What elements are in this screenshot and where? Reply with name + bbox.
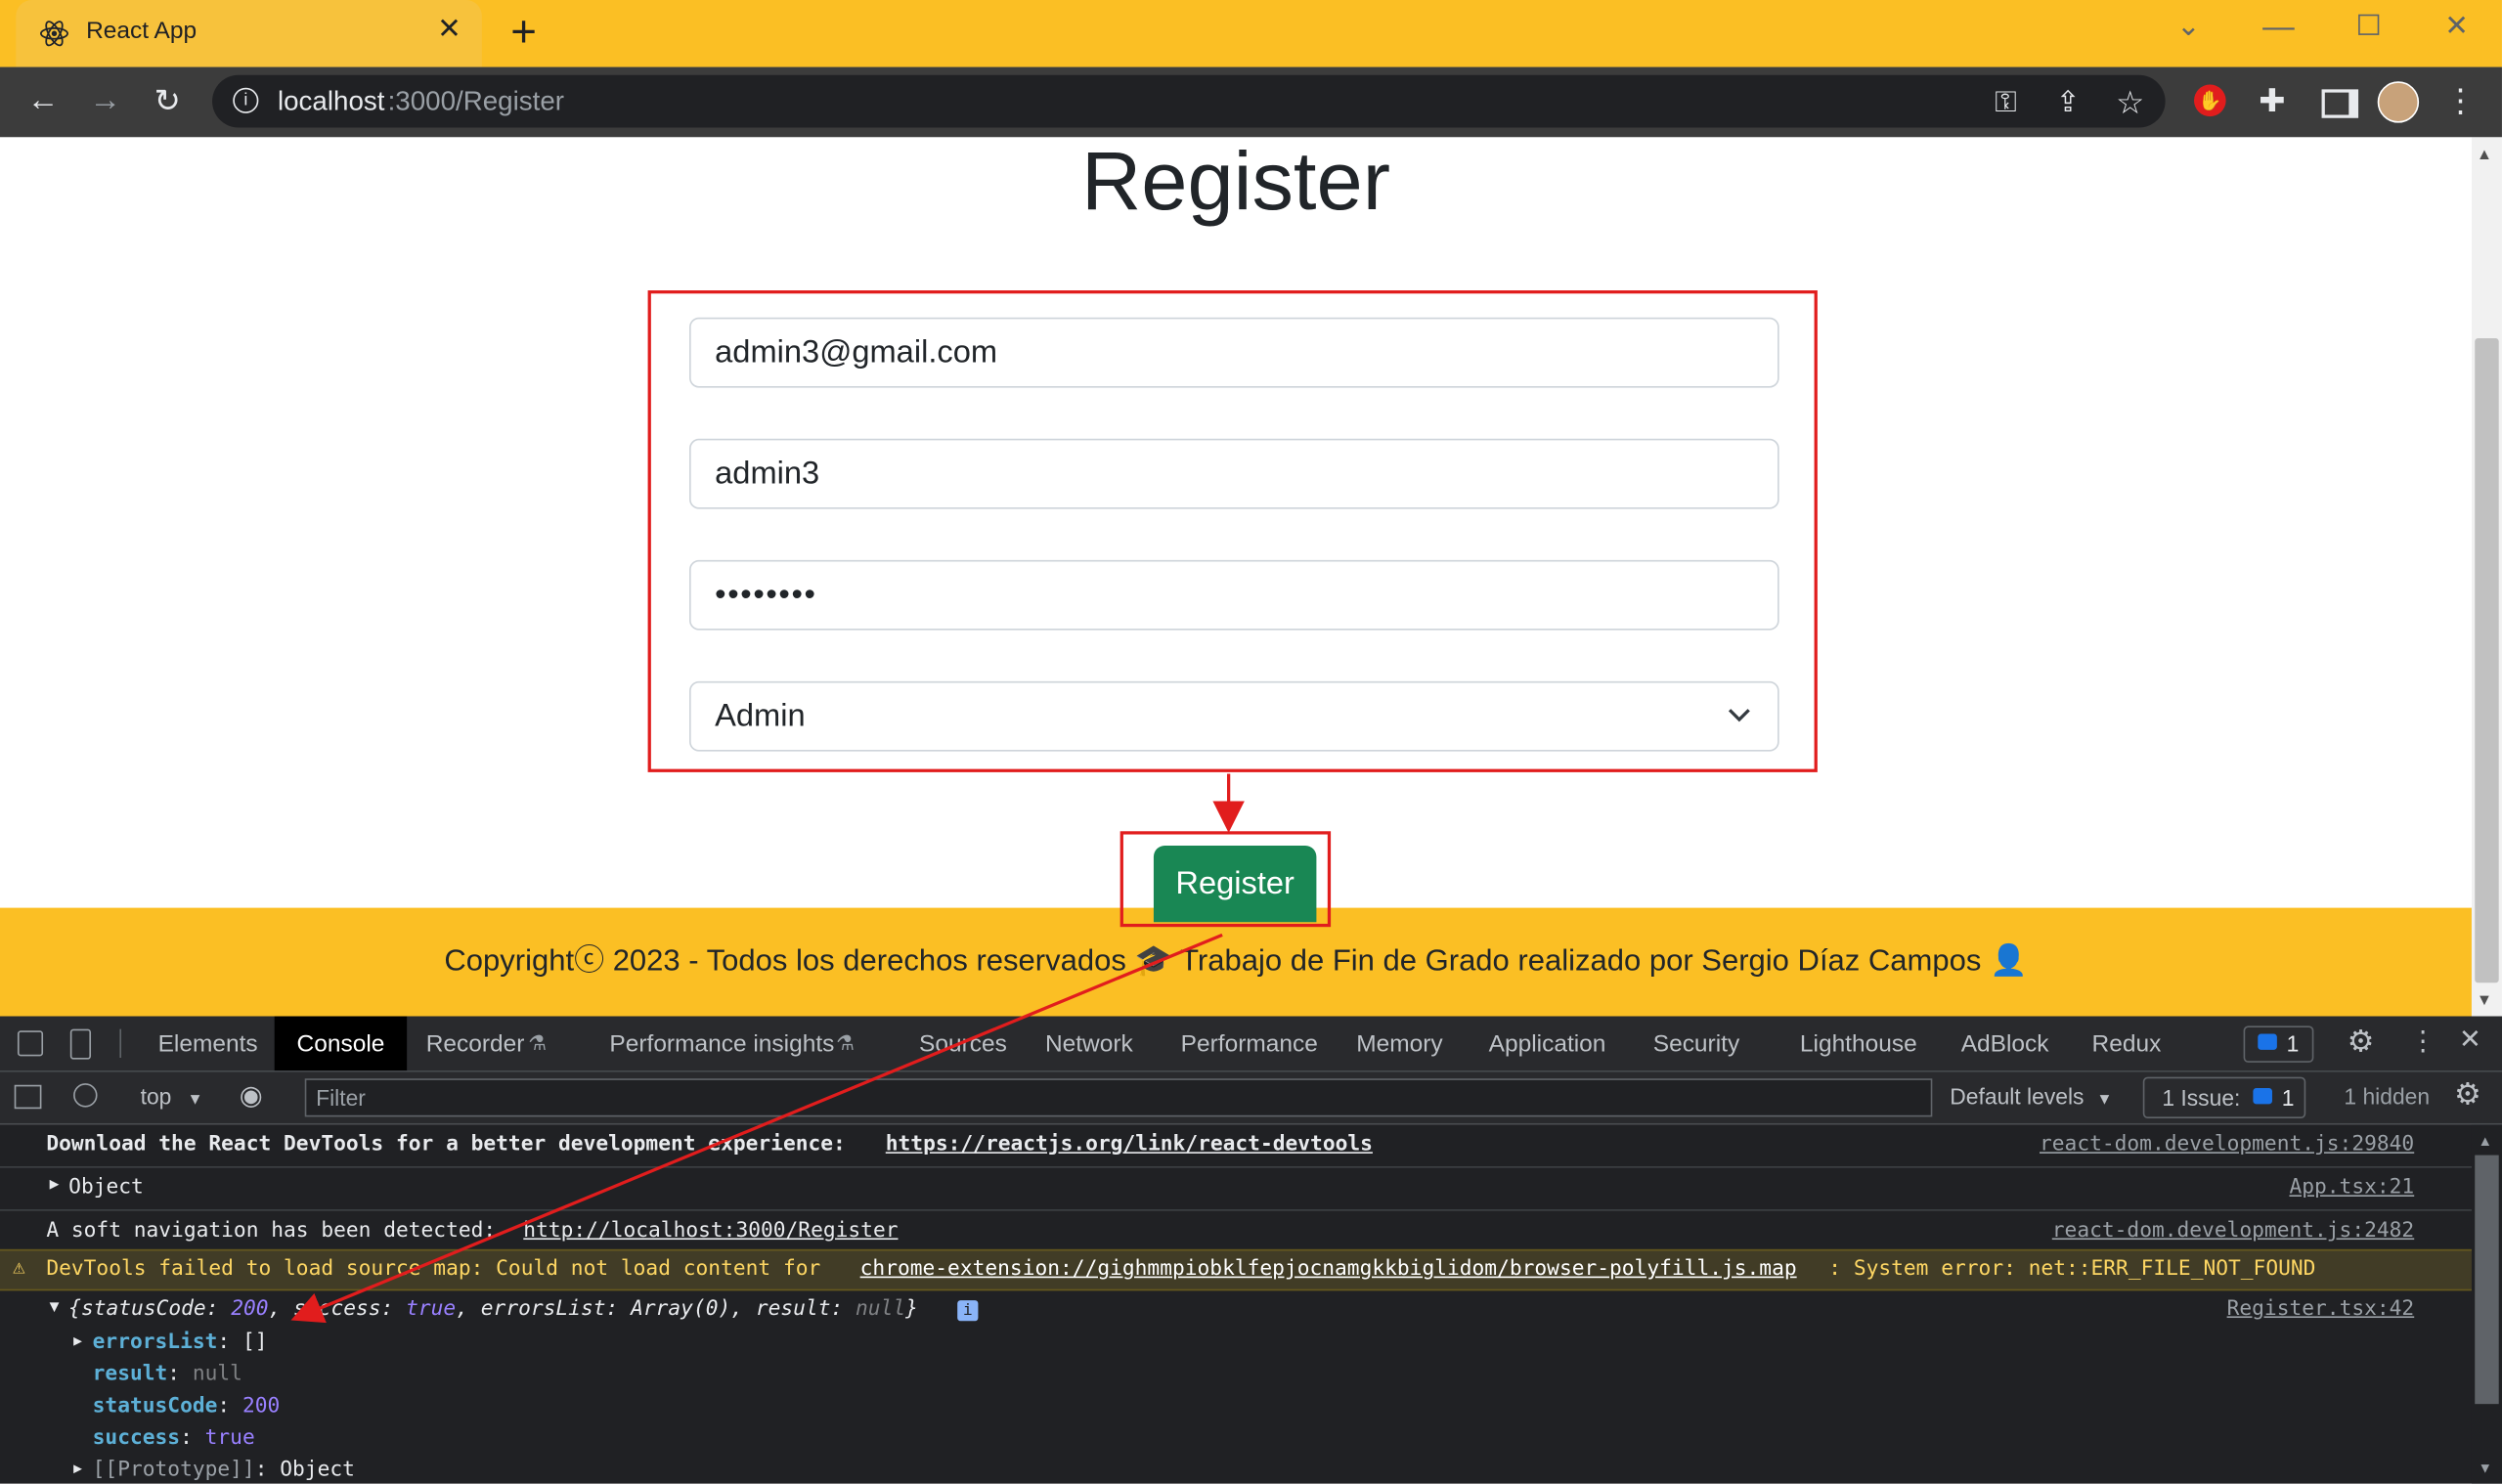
button-to-console-arrow [290, 933, 1223, 1324]
annotation-arrows [290, 773, 1245, 1324]
